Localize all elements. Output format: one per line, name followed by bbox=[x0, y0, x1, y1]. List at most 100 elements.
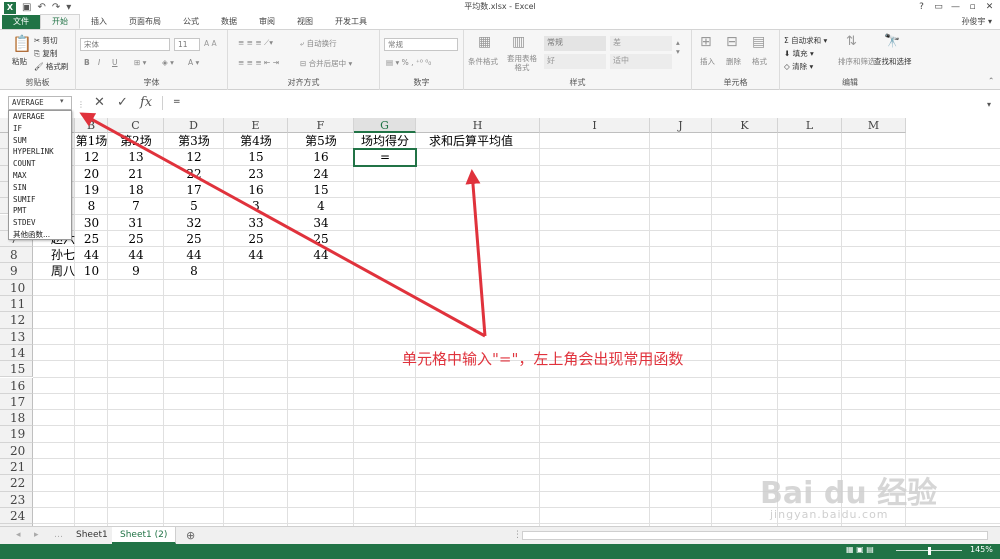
cell-b3[interactable]: 20 bbox=[75, 166, 108, 182]
row-header-9[interactable]: 9 bbox=[0, 263, 33, 280]
function-option-hyperlink[interactable]: HYPERLINK bbox=[9, 146, 71, 158]
row-header-10[interactable]: 10 bbox=[0, 279, 33, 296]
cell-b6[interactable]: 30 bbox=[75, 215, 108, 231]
format-painter-button[interactable]: 🖌 格式刷 bbox=[34, 61, 68, 72]
row-header-24[interactable]: 24 bbox=[0, 507, 33, 525]
column-header-k[interactable]: K bbox=[712, 118, 778, 133]
conditional-format-icon[interactable]: ▦ bbox=[478, 34, 491, 50]
copy-button[interactable]: ⎘ 复制 bbox=[34, 48, 57, 59]
table-format-button[interactable]: 套用表格格式 bbox=[504, 54, 540, 72]
sort-filter-icon[interactable]: ⇅ bbox=[846, 34, 857, 49]
cell-c3[interactable]: 21 bbox=[108, 166, 164, 182]
insert-cells-button[interactable]: 插入 bbox=[700, 56, 715, 67]
user-account[interactable]: 孙俊宇 ▾ bbox=[961, 16, 992, 27]
cell-c1[interactable]: 第2场 bbox=[108, 133, 164, 149]
cell-e4[interactable]: 16 bbox=[224, 182, 288, 198]
ribbon-display-icon[interactable]: ▭ bbox=[930, 0, 947, 15]
row-header-19[interactable]: 19 bbox=[0, 426, 33, 443]
border-icon[interactable]: ⊞ ▾ bbox=[134, 58, 146, 67]
row-header-8[interactable]: 8 bbox=[0, 247, 33, 264]
name-box-dropdown-icon[interactable]: ▾ bbox=[60, 97, 64, 105]
cell-d7[interactable]: 25 bbox=[164, 231, 224, 247]
cell-b8[interactable]: 44 bbox=[75, 247, 108, 263]
save-icon[interactable]: ▣ bbox=[22, 0, 31, 15]
cell-g1[interactable]: 场均得分 bbox=[354, 133, 416, 149]
cell-f3[interactable]: 24 bbox=[288, 166, 354, 182]
cell-d1[interactable]: 第3场 bbox=[164, 133, 224, 149]
cell-b7[interactable]: 25 bbox=[75, 231, 108, 247]
cell-d3[interactable]: 22 bbox=[164, 166, 224, 182]
formula-input[interactable]: = bbox=[162, 96, 998, 110]
expand-formula-bar-icon[interactable]: ▾ bbox=[987, 97, 991, 113]
function-option-count[interactable]: COUNT bbox=[9, 158, 71, 170]
add-sheet-icon[interactable]: ⊕ bbox=[178, 527, 203, 544]
fill-button[interactable]: ⬇ 填充 ▾ bbox=[784, 48, 814, 59]
number-format-select[interactable]: 常规 bbox=[384, 38, 458, 51]
align-left-icon[interactable]: ≡ ≡ ≡ ⇤ ⇥ bbox=[238, 58, 279, 67]
cell-b9[interactable]: 10 bbox=[75, 263, 108, 279]
cell-b1[interactable]: 第1场 bbox=[75, 133, 108, 149]
wrap-text-button[interactable]: ⤶ 自动换行 bbox=[300, 38, 337, 49]
grow-font-icon[interactable]: A A bbox=[204, 39, 217, 48]
autosum-button[interactable]: Σ 自动求和 ▾ bbox=[784, 35, 827, 46]
bold-button[interactable]: B bbox=[84, 58, 90, 67]
column-header-j[interactable]: J bbox=[650, 118, 712, 133]
insert-cells-icon[interactable]: ⊞ bbox=[700, 34, 712, 50]
function-option-pmt[interactable]: PMT bbox=[9, 205, 71, 217]
font-color-icon[interactable]: A ▾ bbox=[188, 58, 199, 67]
tab-data[interactable]: 数据 bbox=[210, 15, 248, 29]
styles-scroll-icon[interactable]: ▴ ▾ bbox=[676, 38, 680, 56]
tab-view[interactable]: 视图 bbox=[286, 15, 324, 29]
cell-f1[interactable]: 第5场 bbox=[288, 133, 354, 149]
merge-center-button[interactable]: ⊟ 合并后居中 ▾ bbox=[300, 58, 352, 69]
row-header-15[interactable]: 15 bbox=[0, 361, 33, 378]
cell-a8[interactable]: 孙七 bbox=[33, 247, 77, 263]
format-cells-button[interactable]: 格式 bbox=[752, 56, 767, 67]
currency-icon[interactable]: ▤ ▾ % , ⁺⁰ ⁰₀ bbox=[386, 58, 431, 67]
row-header-13[interactable]: 13 bbox=[0, 328, 33, 345]
cell-c8[interactable]: 44 bbox=[108, 247, 164, 263]
style-normal[interactable]: 常规 bbox=[544, 36, 606, 51]
normal-view-icon[interactable]: ▦ ▣ ▤ bbox=[846, 545, 874, 554]
tab-insert[interactable]: 插入 bbox=[80, 15, 118, 29]
zoom-slider-thumb[interactable] bbox=[928, 547, 931, 555]
cell-e2[interactable]: 15 bbox=[224, 149, 288, 165]
row-header-17[interactable]: 17 bbox=[0, 393, 33, 411]
conditional-format-button[interactable]: 条件格式 bbox=[468, 56, 498, 67]
row-header-18[interactable]: 18 bbox=[0, 410, 33, 427]
function-option-more[interactable]: 其他函数... bbox=[9, 229, 71, 241]
cell-c7[interactable]: 25 bbox=[108, 231, 164, 247]
cell-e7[interactable]: 25 bbox=[224, 231, 288, 247]
cell-f5[interactable]: 4 bbox=[288, 198, 354, 214]
active-cell-selection[interactable] bbox=[353, 148, 417, 167]
cancel-icon[interactable]: ✕ bbox=[94, 95, 105, 111]
column-header-i[interactable]: I bbox=[540, 118, 650, 133]
column-header-l[interactable]: L bbox=[778, 118, 842, 133]
cell-d6[interactable]: 32 bbox=[164, 215, 224, 231]
close-icon[interactable]: ✕ bbox=[981, 0, 998, 15]
find-select-button[interactable]: 查找和选择 bbox=[874, 56, 912, 67]
cell-b2[interactable]: 12 bbox=[75, 149, 108, 165]
cell-a9[interactable]: 周八 bbox=[33, 263, 77, 279]
qat-customize-icon[interactable]: ▾ bbox=[66, 0, 71, 15]
row-header-11[interactable]: 11 bbox=[0, 296, 33, 313]
table-format-icon[interactable]: ▥ bbox=[512, 34, 525, 50]
help-icon[interactable]: ? bbox=[913, 0, 930, 15]
sort-filter-button[interactable]: 排序和筛选 bbox=[838, 56, 876, 67]
insert-function-icon[interactable]: fx bbox=[140, 95, 152, 111]
horizontal-scrollbar[interactable] bbox=[522, 531, 988, 540]
cell-c5[interactable]: 7 bbox=[108, 198, 164, 214]
font-name-select[interactable]: 宋体 bbox=[80, 38, 170, 51]
cell-c2[interactable]: 13 bbox=[108, 149, 164, 165]
clear-button[interactable]: ◇ 清除 ▾ bbox=[784, 61, 813, 72]
sheet-tab-sheet1[interactable]: Sheet1 bbox=[68, 527, 117, 544]
align-top-icon[interactable]: ≡ ≡ ≡ ⟋▾ bbox=[238, 38, 273, 48]
cell-d2[interactable]: 12 bbox=[164, 149, 224, 165]
style-good[interactable]: 好 bbox=[544, 54, 606, 69]
column-header-m[interactable]: M bbox=[842, 118, 906, 133]
cell-f7[interactable]: 25 bbox=[288, 231, 354, 247]
delete-cells-button[interactable]: 删除 bbox=[726, 56, 741, 67]
zoom-level[interactable]: 145% bbox=[970, 545, 993, 554]
collapse-ribbon-icon[interactable]: ⌃ bbox=[988, 76, 994, 85]
function-option-stdev[interactable]: STDEV bbox=[9, 217, 71, 229]
